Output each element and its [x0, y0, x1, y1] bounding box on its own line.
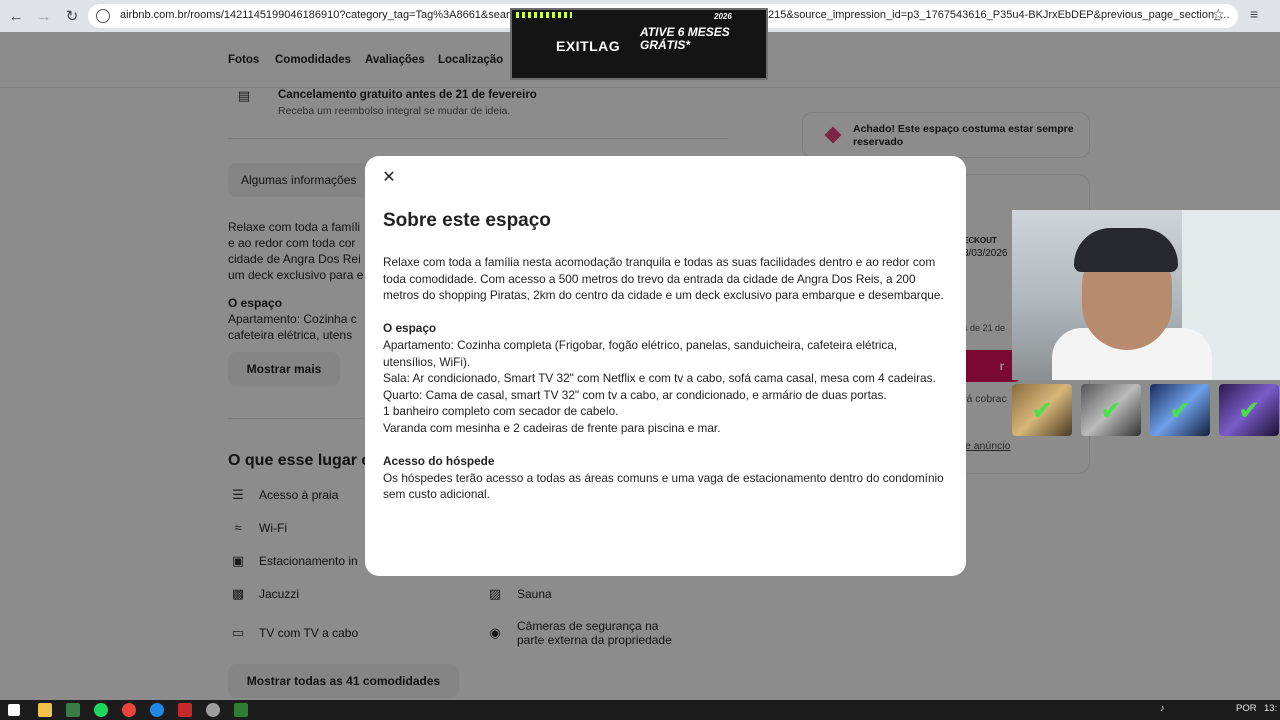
clock[interactable]: 13:	[1264, 703, 1277, 714]
about-space-modal: ✕ Sobre este espaço Relaxe com toda a fa…	[365, 156, 966, 576]
forward-icon[interactable]: →	[30, 2, 58, 30]
app-icon[interactable]	[66, 703, 80, 717]
reload-icon[interactable]: ↻	[58, 2, 86, 30]
url-text-start: airbnb.com.br/rooms/1421145199046186910?…	[120, 9, 522, 21]
app-icon[interactable]	[178, 703, 192, 717]
exitlag-ad-banner[interactable]: EXITLAG ATIVE 6 MESES GRÁTIS* 2026	[510, 8, 768, 80]
space-line: 1 banheiro completo com secador de cabel…	[383, 404, 619, 419]
achievement-tile: ✔	[1219, 384, 1279, 436]
app-icon[interactable]	[234, 703, 248, 717]
file-explorer-icon[interactable]	[38, 703, 52, 717]
start-icon[interactable]	[8, 704, 20, 716]
modal-body: Relaxe com toda a família nesta acomodaç…	[383, 254, 948, 520]
guest-access-section: Acesso do hóspede Os hóspedes terão aces…	[383, 453, 948, 503]
check-icon: ✔	[1238, 394, 1260, 425]
windows-taskbar: ♪ POR 13:	[0, 700, 1280, 720]
volume-icon[interactable]: ♪	[1160, 703, 1165, 714]
achievement-tile: ✔	[1012, 384, 1072, 436]
bookmark-star-icon[interactable]: ☆	[1212, 6, 1225, 23]
url-text-end: 215&source_impression_id=p3_1767543616_P…	[768, 9, 1230, 21]
close-icon[interactable]: ✕	[381, 170, 397, 186]
space-line: Apartamento: Cozinha completa (Frigobar,…	[383, 337, 898, 369]
app-icon[interactable]	[150, 703, 164, 717]
webcam-person-cap	[1074, 228, 1178, 272]
spotify-icon[interactable]	[94, 703, 108, 717]
chrome-icon[interactable]	[122, 703, 136, 717]
space-line: Sala: Ar condicionado, Smart TV 32" com …	[383, 371, 936, 386]
space-section: O espaço Apartamento: Cozinha completa (…	[383, 320, 948, 436]
check-icon: ✔	[1169, 394, 1191, 425]
app-icon[interactable]	[206, 703, 220, 717]
achievement-tile: ✔	[1081, 384, 1141, 436]
check-icon: ✔	[1100, 394, 1122, 425]
space-line: Quarto: Cama de casal, smart TV 32" com …	[383, 387, 887, 402]
achievement-tile: ✔	[1150, 384, 1210, 436]
language-indicator[interactable]: POR	[1236, 703, 1257, 714]
webcam-overlay	[1012, 210, 1280, 380]
modal-title: Sobre este espaço	[383, 210, 551, 231]
achievement-tiles: ✔ ✔ ✔ ✔	[1012, 382, 1280, 438]
space-line: Varanda com mesinha e 2 cadeiras de fren…	[383, 420, 721, 435]
ad-frame	[510, 8, 768, 80]
site-info-icon[interactable]	[96, 9, 110, 23]
guest-access-heading: Acesso do hóspede	[383, 454, 495, 469]
browser-menu-icon[interactable]: ≡	[1250, 6, 1258, 22]
back-icon[interactable]: ←	[2, 2, 30, 30]
intro-paragraph: Relaxe com toda a família nesta acomodaç…	[383, 255, 944, 303]
guest-access-text: Os hóspedes terão acesso a todas as área…	[383, 470, 944, 502]
space-heading: O espaço	[383, 321, 437, 336]
check-icon: ✔	[1031, 394, 1053, 425]
